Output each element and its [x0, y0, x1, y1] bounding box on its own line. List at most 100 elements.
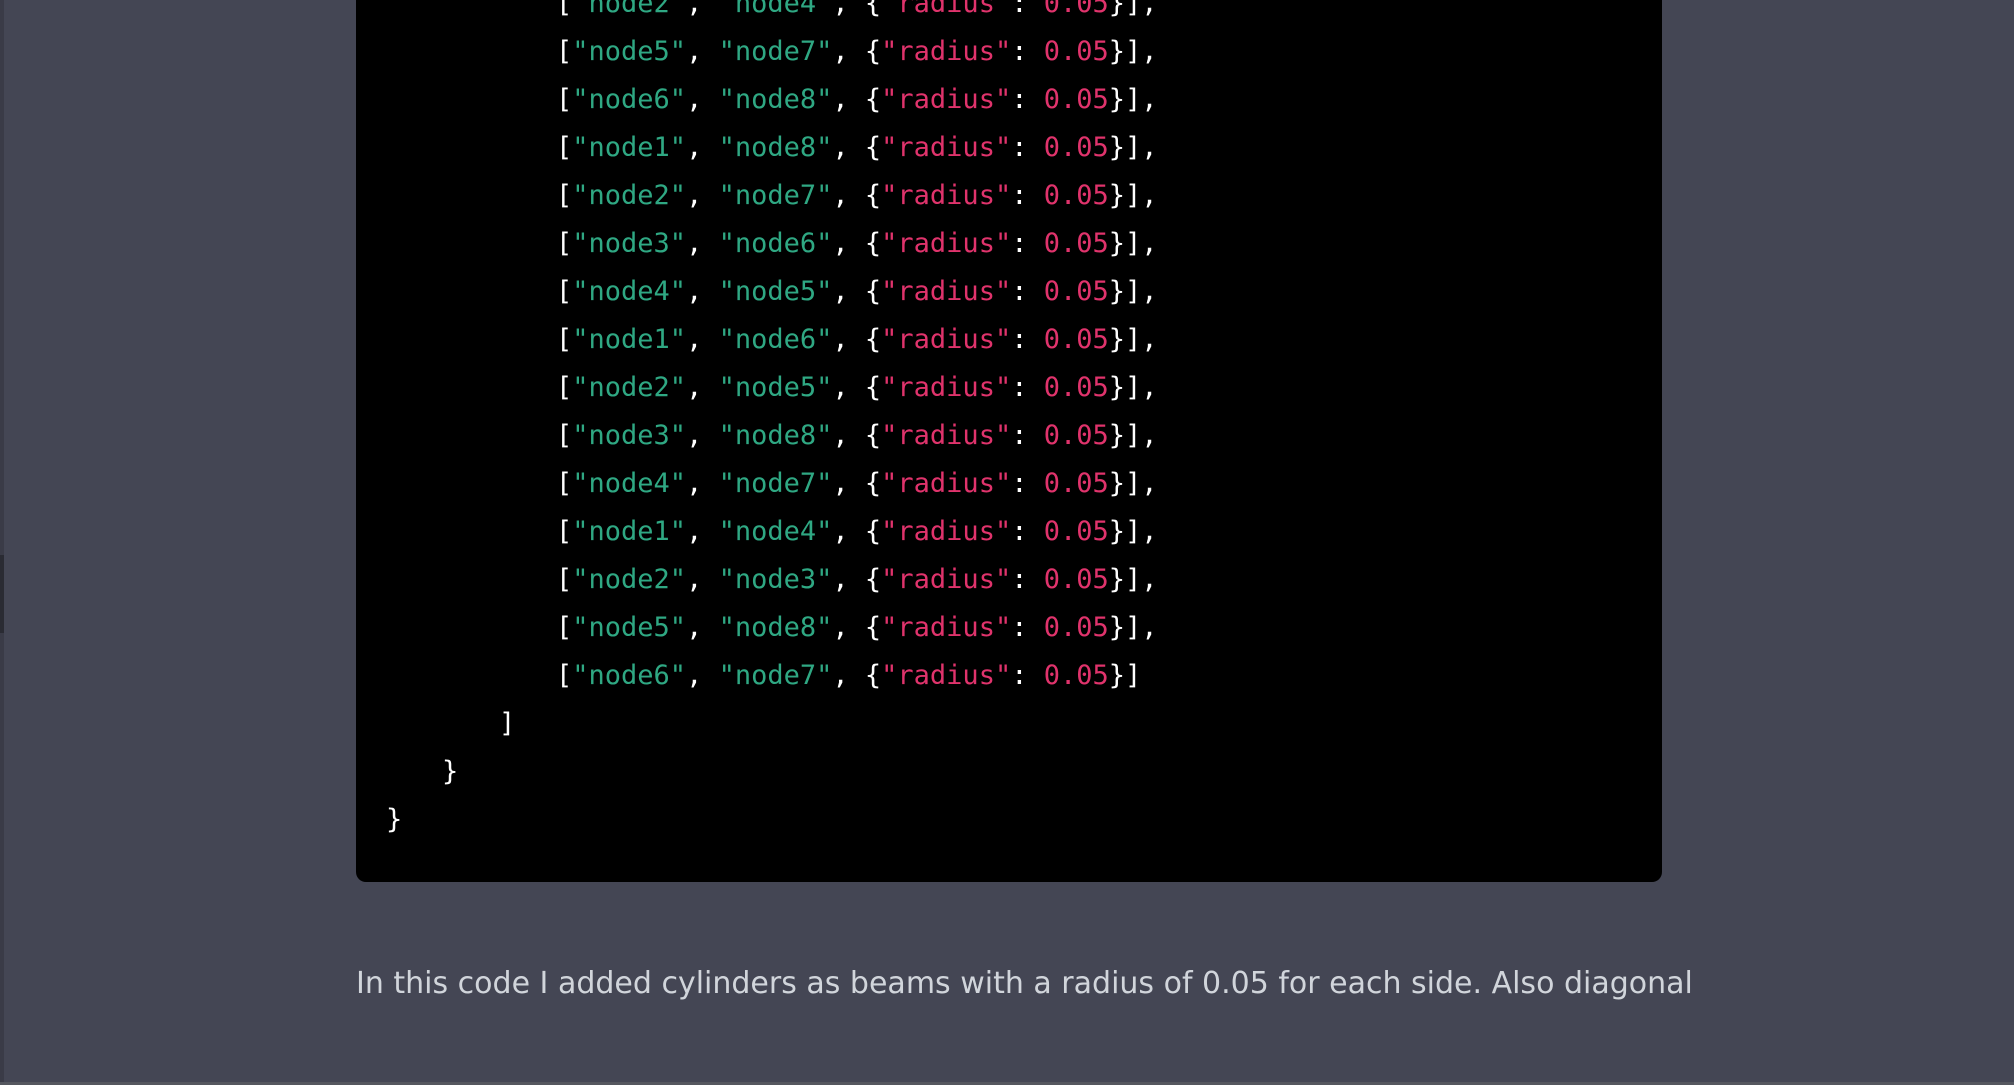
code-punctuation: [ — [556, 180, 573, 211]
code-punctuation: , { — [832, 0, 882, 19]
code-punctuation: , { — [832, 132, 882, 163]
code-punctuation: : — [1011, 0, 1044, 19]
code-punctuation: }] — [1108, 660, 1142, 691]
code-punctuation: , — [686, 660, 719, 691]
code-close-array: ] — [499, 708, 516, 739]
code-number: 0.05 — [1043, 180, 1109, 211]
code-string: "node2" — [572, 564, 687, 595]
code-punctuation: }], — [1108, 180, 1158, 211]
code-string: "node3" — [572, 420, 687, 451]
code-punctuation: , { — [832, 324, 882, 355]
code-punctuation: }], — [1108, 372, 1158, 403]
code-string: "node4" — [572, 276, 687, 307]
code-close-object: } — [442, 756, 459, 787]
code-key: "radius" — [881, 372, 1012, 403]
code-string: "node7" — [718, 468, 833, 499]
code-punctuation: }], — [1108, 36, 1158, 67]
code-line: ["node5", "node7", {"radius": 0.05}], — [356, 28, 1158, 76]
code-punctuation: , — [686, 612, 719, 643]
code-string: "node5" — [718, 372, 833, 403]
code-punctuation: }], — [1108, 0, 1158, 19]
code-string: "node7" — [718, 660, 833, 691]
code-key: "radius" — [881, 180, 1012, 211]
code-punctuation: , — [686, 372, 719, 403]
code-punctuation: [ — [556, 372, 573, 403]
code-string: "node2" — [572, 0, 687, 19]
code-punctuation: : — [1011, 228, 1044, 259]
code-punctuation: }], — [1108, 132, 1158, 163]
code-line: ["node1", "node4", {"radius": 0.05}], — [356, 508, 1158, 556]
code-number: 0.05 — [1043, 420, 1109, 451]
code-punctuation: , { — [832, 36, 882, 67]
code-line: ["node5", "node8", {"radius": 0.05}], — [356, 604, 1158, 652]
code-string: "node7" — [718, 180, 833, 211]
code-punctuation: , — [686, 84, 719, 115]
code-line: ["node2", "node7", {"radius": 0.05}], — [356, 172, 1158, 220]
code-key: "radius" — [881, 420, 1012, 451]
code-punctuation: : — [1011, 564, 1044, 595]
code-punctuation: }], — [1108, 84, 1158, 115]
code-punctuation: , { — [832, 372, 882, 403]
code-string: "node5" — [572, 36, 687, 67]
code-punctuation: [ — [556, 468, 573, 499]
code-punctuation: : — [1011, 372, 1044, 403]
code-key: "radius" — [881, 612, 1012, 643]
code-punctuation: [ — [556, 84, 573, 115]
code-string: "node6" — [718, 324, 833, 355]
code-line: ["node2", "node4", {"radius": 0.05}], — [356, 0, 1158, 28]
code-string: "node6" — [572, 660, 687, 691]
code-string: "node3" — [572, 228, 687, 259]
code-punctuation: }], — [1108, 228, 1158, 259]
code-key: "radius" — [881, 132, 1012, 163]
code-punctuation: , — [686, 132, 719, 163]
code-string: "node4" — [718, 516, 833, 547]
code-punctuation: : — [1011, 36, 1044, 67]
code-string: "node1" — [572, 324, 687, 355]
code-punctuation: , { — [832, 180, 882, 211]
code-punctuation: [ — [556, 660, 573, 691]
code-string: "node2" — [572, 372, 687, 403]
code-key: "radius" — [881, 228, 1012, 259]
code-line: ["node2", "node3", {"radius": 0.05}], — [356, 556, 1158, 604]
code-number: 0.05 — [1043, 84, 1109, 115]
code-number: 0.05 — [1043, 276, 1109, 307]
code-number: 0.05 — [1043, 468, 1109, 499]
code-punctuation: , { — [832, 228, 882, 259]
code-punctuation: : — [1011, 276, 1044, 307]
code-punctuation: : — [1011, 180, 1044, 211]
code-punctuation: }], — [1108, 420, 1158, 451]
code-punctuation: , { — [832, 660, 882, 691]
code-string: "node8" — [718, 420, 833, 451]
code-punctuation: }], — [1108, 276, 1158, 307]
code-number: 0.05 — [1043, 660, 1109, 691]
code-punctuation: : — [1011, 516, 1044, 547]
code-punctuation: : — [1011, 420, 1044, 451]
code-punctuation: , { — [832, 84, 882, 115]
code-punctuation: [ — [556, 228, 573, 259]
code-string: "node3" — [718, 564, 833, 595]
code-punctuation: , — [686, 324, 719, 355]
code-block[interactable]: ["node2", "node4", {"radius": 0.05}], ["n… — [356, 0, 1662, 882]
code-punctuation: [ — [556, 276, 573, 307]
code-string: "node5" — [572, 612, 687, 643]
code-number: 0.05 — [1043, 564, 1109, 595]
code-punctuation: : — [1011, 132, 1044, 163]
code-key: "radius" — [881, 516, 1012, 547]
code-number: 0.05 — [1043, 0, 1109, 19]
code-punctuation: [ — [556, 132, 573, 163]
code-string: "node6" — [718, 228, 833, 259]
code-line: ["node6", "node7", {"radius": 0.05}] — [356, 652, 1141, 700]
code-string: "node6" — [572, 84, 687, 115]
code-key: "radius" — [881, 36, 1012, 67]
code-line: ["node4", "node5", {"radius": 0.05}], — [356, 268, 1158, 316]
code-line: ["node1", "node8", {"radius": 0.05}], — [356, 124, 1158, 172]
code-string: "node8" — [718, 84, 833, 115]
code-string: "node2" — [572, 180, 687, 211]
code-punctuation: [ — [556, 564, 573, 595]
code-punctuation: }], — [1108, 564, 1158, 595]
code-punctuation: , { — [832, 276, 882, 307]
code-number: 0.05 — [1043, 324, 1109, 355]
code-content[interactable]: ["node2", "node4", {"radius": 0.05}], ["n… — [356, 0, 1158, 835]
code-string: "node4" — [718, 0, 833, 19]
code-punctuation: : — [1011, 468, 1044, 499]
